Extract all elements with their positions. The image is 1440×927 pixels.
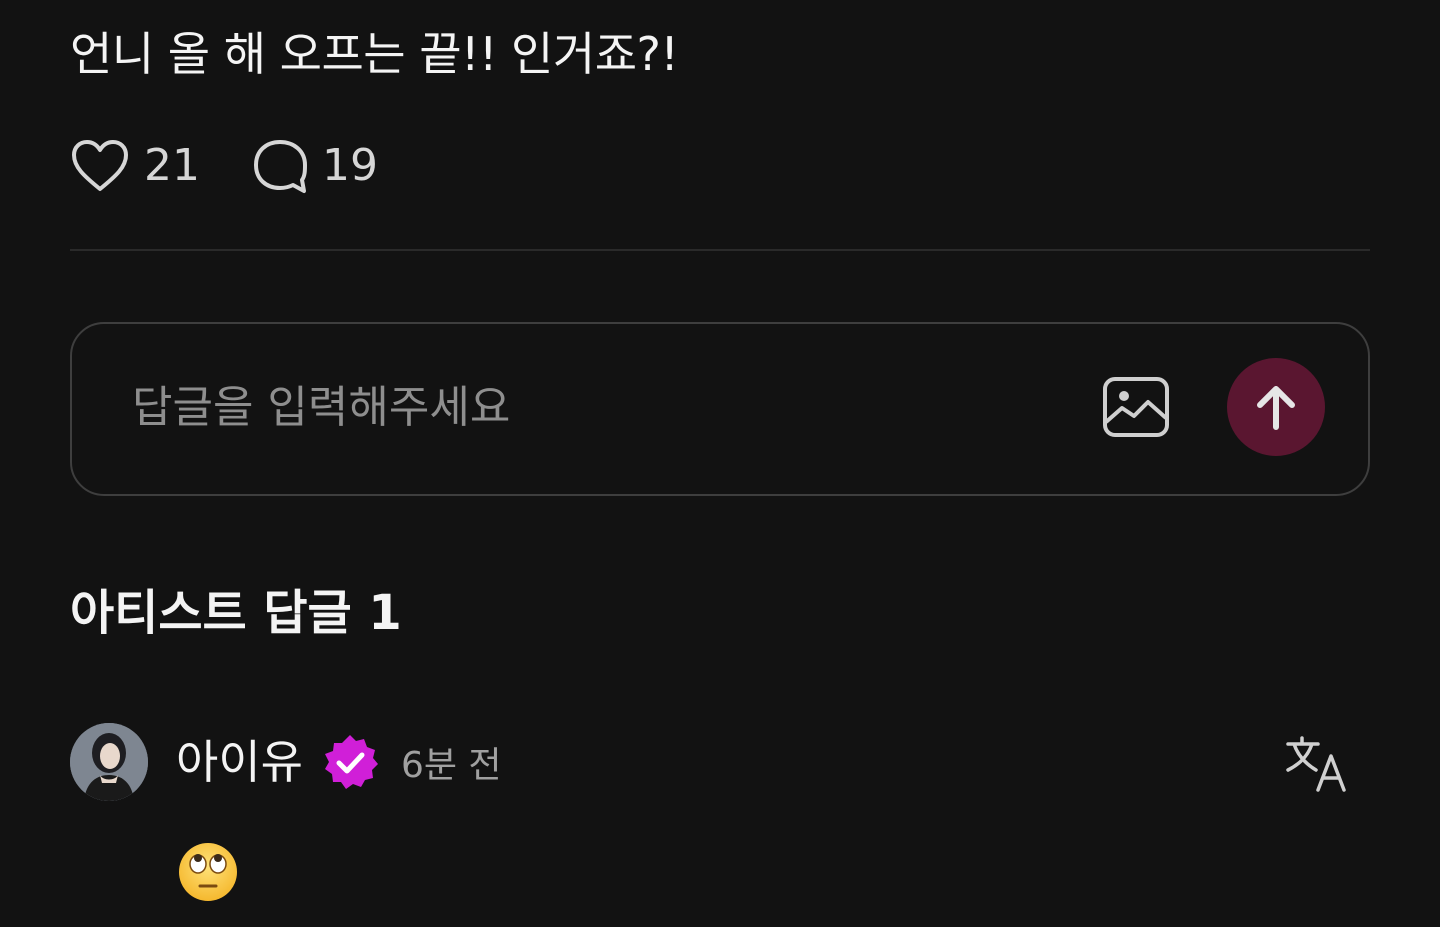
post-detail-page: 언니 올 해 오프는 끝!! 인거죠?! 21 19 답글을 입력해주세요 아티… xyxy=(0,0,1440,927)
send-reply-button[interactable] xyxy=(1227,358,1325,456)
comment-header: 아이유 6분 전 xyxy=(70,722,502,802)
heart-icon xyxy=(72,140,128,191)
verified-badge-icon xyxy=(324,735,378,789)
translate-icon xyxy=(1286,736,1346,792)
comment-button[interactable]: 19 xyxy=(252,136,378,196)
like-button[interactable]: 21 xyxy=(70,136,200,196)
attach-image-button[interactable] xyxy=(1102,376,1170,438)
like-count: 21 xyxy=(144,140,200,191)
divider xyxy=(70,249,1370,251)
post-text: 언니 올 해 오프는 끝!! 인거죠?! xyxy=(70,27,679,81)
arrow-up-icon xyxy=(1257,386,1295,430)
profile-photo xyxy=(70,723,148,801)
rolling-eyes-emoji-icon xyxy=(179,843,237,901)
comment-body xyxy=(176,840,240,904)
translate-button[interactable] xyxy=(1284,734,1348,792)
comment-count: 19 xyxy=(322,140,378,191)
avatar[interactable] xyxy=(70,723,148,801)
image-icon xyxy=(1103,377,1169,437)
reactions-bar: 21 19 xyxy=(70,136,378,196)
artist-replies-title: 아티스트 답글 1 xyxy=(70,585,402,641)
comment-icon xyxy=(254,140,307,193)
reply-input-placeholder[interactable]: 답글을 입력해주세요 xyxy=(132,378,510,438)
comment-time: 6분 전 xyxy=(400,745,502,786)
comment-author[interactable]: 아이유 xyxy=(176,732,303,792)
reply-input-box[interactable]: 답글을 입력해주세요 xyxy=(70,322,1370,496)
